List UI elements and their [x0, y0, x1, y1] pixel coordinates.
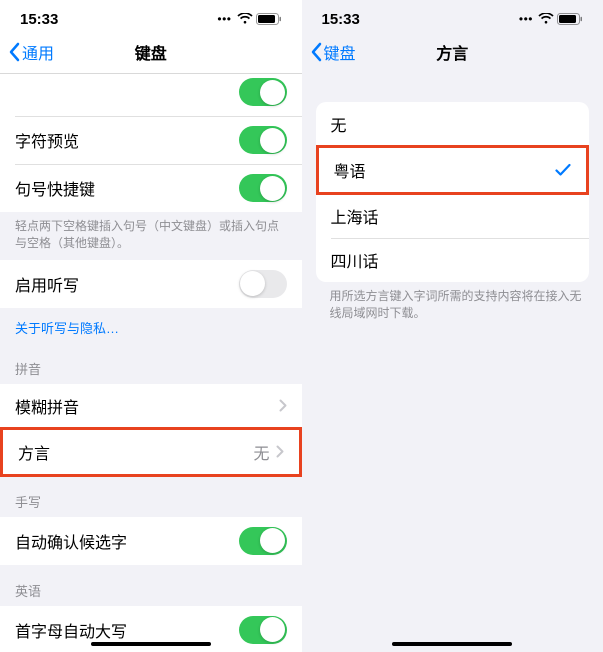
chevron-left-icon	[310, 42, 322, 62]
status-time: 15:33	[20, 11, 58, 28]
section-header-pinyin: 拼音	[0, 343, 302, 384]
nav-title: 方言	[436, 40, 468, 64]
battery-icon	[256, 13, 282, 25]
period-shortcut-row[interactable]: 句号快捷键	[0, 164, 302, 212]
back-label: 键盘	[324, 40, 356, 64]
row-label: 自动确认候选字	[15, 529, 127, 553]
option-none[interactable]: 无	[316, 102, 590, 146]
row-label: 四川话	[331, 248, 379, 272]
nav-bar: 键盘 方言	[302, 34, 603, 74]
row-label: 模糊拼音	[15, 394, 79, 418]
status-bar: 15:33 •••	[0, 0, 302, 34]
footer-text: 轻点两下空格键插入句号（中文键盘）或插入句点与空格（其他键盘）。	[0, 212, 302, 260]
row-label: 启用听写	[15, 272, 79, 296]
toggle-switch[interactable]	[239, 270, 287, 298]
toggle-row-partial[interactable]	[0, 74, 302, 116]
battery-icon	[557, 13, 583, 25]
option-sichuanese[interactable]: 四川话	[316, 238, 590, 282]
char-preview-row[interactable]: 字符预览	[0, 116, 302, 164]
signal-dots-icon: •••	[519, 13, 533, 25]
dialect-row[interactable]: 方言 无	[3, 430, 299, 474]
chevron-right-icon	[279, 399, 287, 412]
status-icons: •••	[519, 13, 583, 25]
row-label: 方言	[18, 440, 50, 464]
toggle-switch[interactable]	[239, 126, 287, 154]
privacy-link[interactable]: 关于听写与隐私…	[0, 308, 302, 343]
row-label: 无	[331, 112, 347, 136]
fuzzy-pinyin-row[interactable]: 模糊拼音	[0, 384, 302, 428]
row-label: 句号快捷键	[15, 176, 95, 200]
home-indicator[interactable]	[91, 642, 211, 647]
status-bar: 15:33 •••	[302, 0, 603, 34]
toggle-switch[interactable]	[239, 78, 287, 106]
section-header-handwrite: 手写	[0, 476, 302, 517]
wifi-icon	[237, 13, 253, 25]
row-label: 粤语	[334, 158, 366, 182]
row-value: 无	[253, 440, 269, 464]
footer-text: 用所选方言键入字词所需的支持内容将在接入无线局域网时下载。	[302, 282, 603, 330]
toggle-switch[interactable]	[239, 174, 287, 202]
signal-dots-icon: •••	[217, 13, 231, 25]
back-button[interactable]: 键盘	[310, 40, 356, 64]
row-label: 首字母自动大写	[15, 618, 127, 642]
back-label: 通用	[22, 40, 54, 64]
nav-title: 键盘	[135, 40, 167, 64]
chevron-right-icon	[276, 445, 284, 458]
highlight-box: 方言 无	[0, 427, 302, 477]
dictation-row[interactable]: 启用听写	[0, 260, 302, 308]
back-button[interactable]: 通用	[8, 40, 54, 64]
status-icons: •••	[217, 13, 281, 25]
row-label: 字符预览	[15, 128, 79, 152]
highlight-box: 粤语	[316, 145, 590, 195]
home-indicator[interactable]	[392, 642, 512, 647]
chevron-left-icon	[8, 42, 20, 62]
auto-confirm-row[interactable]: 自动确认候选字	[0, 517, 302, 565]
option-shanghainese[interactable]: 上海话	[316, 194, 590, 238]
section-header-english: 英语	[0, 565, 302, 606]
row-label: 上海话	[331, 204, 379, 228]
nav-bar: 通用 键盘	[0, 34, 302, 74]
toggle-switch[interactable]	[239, 527, 287, 555]
toggle-switch[interactable]	[239, 616, 287, 644]
wifi-icon	[538, 13, 554, 25]
status-time: 15:33	[322, 11, 360, 28]
check-icon	[555, 163, 571, 177]
option-cantonese[interactable]: 粤语	[319, 148, 587, 192]
